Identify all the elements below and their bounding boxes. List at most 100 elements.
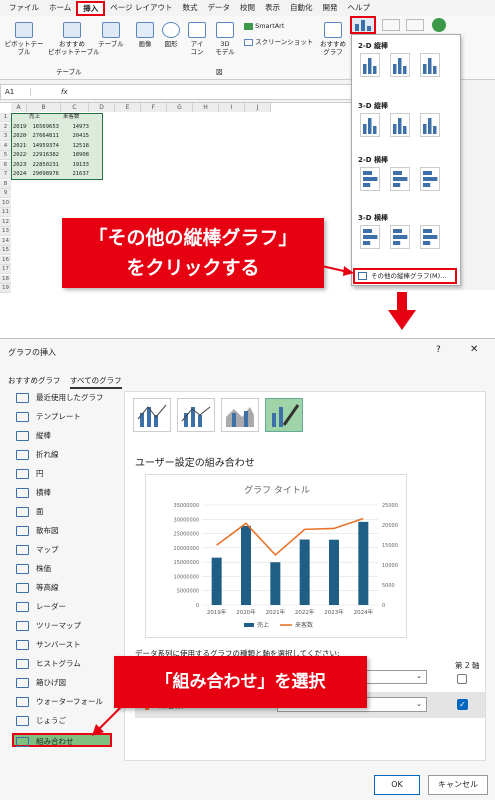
row-header[interactable]: 10	[0, 198, 11, 208]
table-cell[interactable]: 来客数	[61, 113, 91, 122]
row-header[interactable]: 8	[0, 179, 11, 189]
row-header[interactable]: 6	[0, 160, 11, 170]
column-header[interactable]: B	[27, 103, 61, 112]
combo-subtype-custom[interactable]	[265, 398, 303, 432]
chart-subtype-option[interactable]	[390, 167, 410, 191]
chart-type-5[interactable]: 横棒	[14, 486, 51, 500]
chart-subtype-option[interactable]	[360, 225, 380, 249]
menu-formulas[interactable]: 数式	[178, 1, 203, 15]
combo-subtype-3[interactable]	[221, 398, 259, 432]
chart-type-2[interactable]: 縦棒	[14, 429, 51, 443]
row-header[interactable]: 3	[0, 132, 11, 141]
menu-automate[interactable]: 自動化	[285, 1, 318, 15]
row-header[interactable]: 1	[0, 113, 11, 122]
table-cell[interactable]: 14959374	[27, 142, 61, 151]
image-button[interactable]: 画像	[134, 22, 156, 48]
menu-review[interactable]: 校閲	[235, 1, 260, 15]
row-header[interactable]: 14	[0, 236, 11, 246]
fx-icon[interactable]: fx	[31, 88, 68, 96]
series1-secondary-checkbox[interactable]	[457, 674, 467, 684]
chart-subtype-option[interactable]	[360, 167, 380, 191]
table-cell[interactable]: 16569653	[27, 123, 61, 132]
icons-button[interactable]: アイ コン	[186, 22, 208, 56]
chart-type-13[interactable]: サンバースト	[14, 638, 81, 652]
table-cell[interactable]: 21637	[61, 170, 91, 179]
table-cell[interactable]: 22850231	[27, 161, 61, 170]
table-cell[interactable]: 29098976	[27, 170, 61, 179]
menu-developer[interactable]: 開発	[318, 1, 343, 15]
table-cell[interactable]: 2023年	[11, 161, 27, 170]
chart-type-7[interactable]: 散布図	[14, 524, 59, 538]
row-header[interactable]: 4	[0, 141, 11, 151]
chart-subtype-option[interactable]	[390, 113, 410, 137]
3d-model-button[interactable]: 3D モデル	[212, 22, 238, 56]
chart-type-10[interactable]: 等高線	[14, 581, 59, 595]
ok-button[interactable]: OK	[374, 775, 420, 795]
table-cell[interactable]: 20415	[61, 132, 91, 141]
chart-subtype-option[interactable]	[360, 113, 380, 137]
row-header[interactable]: 9	[0, 189, 11, 198]
table-cell[interactable]: 2021年	[11, 142, 27, 151]
chart-type-6[interactable]: 面	[14, 505, 44, 519]
table-cell[interactable]: 14973	[61, 123, 91, 132]
screenshot-button[interactable]: スクリーンショット	[244, 38, 313, 46]
table-cell[interactable]: 2024年	[11, 170, 27, 179]
chart-type-12[interactable]: ツリーマップ	[14, 619, 81, 633]
menu-home[interactable]: ホーム	[44, 1, 76, 15]
table-button[interactable]: テーブル	[96, 22, 126, 48]
chart-type-14[interactable]: ヒストグラム	[14, 657, 81, 671]
table-cell[interactable]	[11, 113, 27, 122]
waterfall-chart-button[interactable]	[406, 19, 424, 31]
series2-secondary-checkbox[interactable]: ✓	[457, 699, 468, 710]
column-header[interactable]: A	[11, 103, 27, 112]
row-header[interactable]: 2	[0, 122, 11, 132]
row-header[interactable]: 11	[0, 208, 11, 217]
chart-subtype-option[interactable]	[390, 53, 410, 77]
combo-subtype-1[interactable]	[133, 398, 171, 432]
recommended-chart-button[interactable]: おすすめ グラフ	[318, 22, 348, 56]
more-column-charts-button[interactable]: その他の縦棒グラフ(M)...	[353, 268, 457, 284]
chart-type-15[interactable]: 箱ひげ図	[14, 676, 66, 690]
table-cell[interactable]: 2020年	[11, 132, 27, 141]
hierarchy-chart-button[interactable]	[382, 19, 400, 31]
shapes-button[interactable]: 図形	[160, 22, 182, 48]
chart-type-9[interactable]: 株価	[14, 562, 51, 576]
row-header[interactable]: 19	[0, 284, 11, 293]
column-header[interactable]: F	[141, 103, 167, 112]
column-header[interactable]: E	[115, 103, 141, 112]
chart-type-8[interactable]: マップ	[14, 543, 59, 557]
row-header[interactable]: 7	[0, 170, 11, 179]
menu-view[interactable]: 表示	[260, 1, 285, 15]
combo-subtype-2[interactable]	[177, 398, 215, 432]
menu-page-layout[interactable]: ページ レイアウト	[105, 1, 177, 15]
chart-subtype-option[interactable]	[420, 225, 440, 249]
row-header[interactable]: 5	[0, 151, 11, 160]
column-header[interactable]: H	[193, 103, 219, 112]
table-cell[interactable]: 19133	[61, 161, 91, 170]
row-header[interactable]: 18	[0, 274, 11, 284]
table-cell[interactable]: 2019年	[11, 123, 27, 132]
column-header[interactable]: G	[167, 103, 193, 112]
help-button[interactable]: ?	[436, 345, 441, 355]
row-header[interactable]: 13	[0, 227, 11, 236]
menu-file[interactable]: ファイル	[4, 1, 44, 15]
column-chart-dropdown-button[interactable]	[350, 16, 376, 34]
close-button[interactable]: ✕	[470, 344, 478, 355]
column-header[interactable]: C	[61, 103, 89, 112]
pivot-table-button[interactable]: ピボットテー ブル	[4, 22, 44, 56]
row-header[interactable]: 16	[0, 255, 11, 265]
chart-subtype-option[interactable]	[420, 53, 440, 77]
chart-type-1[interactable]: テンプレート	[14, 410, 81, 424]
table-cell[interactable]: 12518	[61, 142, 91, 151]
tab-recommended[interactable]: おすすめグラフ	[8, 375, 61, 386]
map-chart-icon[interactable]	[432, 18, 446, 32]
chart-subtype-option[interactable]	[390, 225, 410, 249]
row-header[interactable]: 17	[0, 265, 11, 274]
chart-type-17[interactable]: じょうご	[14, 714, 66, 728]
name-box[interactable]: A1	[1, 88, 31, 96]
table-cell[interactable]: 18908	[61, 151, 91, 160]
row-header[interactable]: 15	[0, 246, 11, 255]
chart-type-4[interactable]: 円	[14, 467, 44, 481]
table-cell[interactable]: 27664811	[27, 132, 61, 141]
smartart-button[interactable]: SmartArt	[244, 22, 284, 30]
